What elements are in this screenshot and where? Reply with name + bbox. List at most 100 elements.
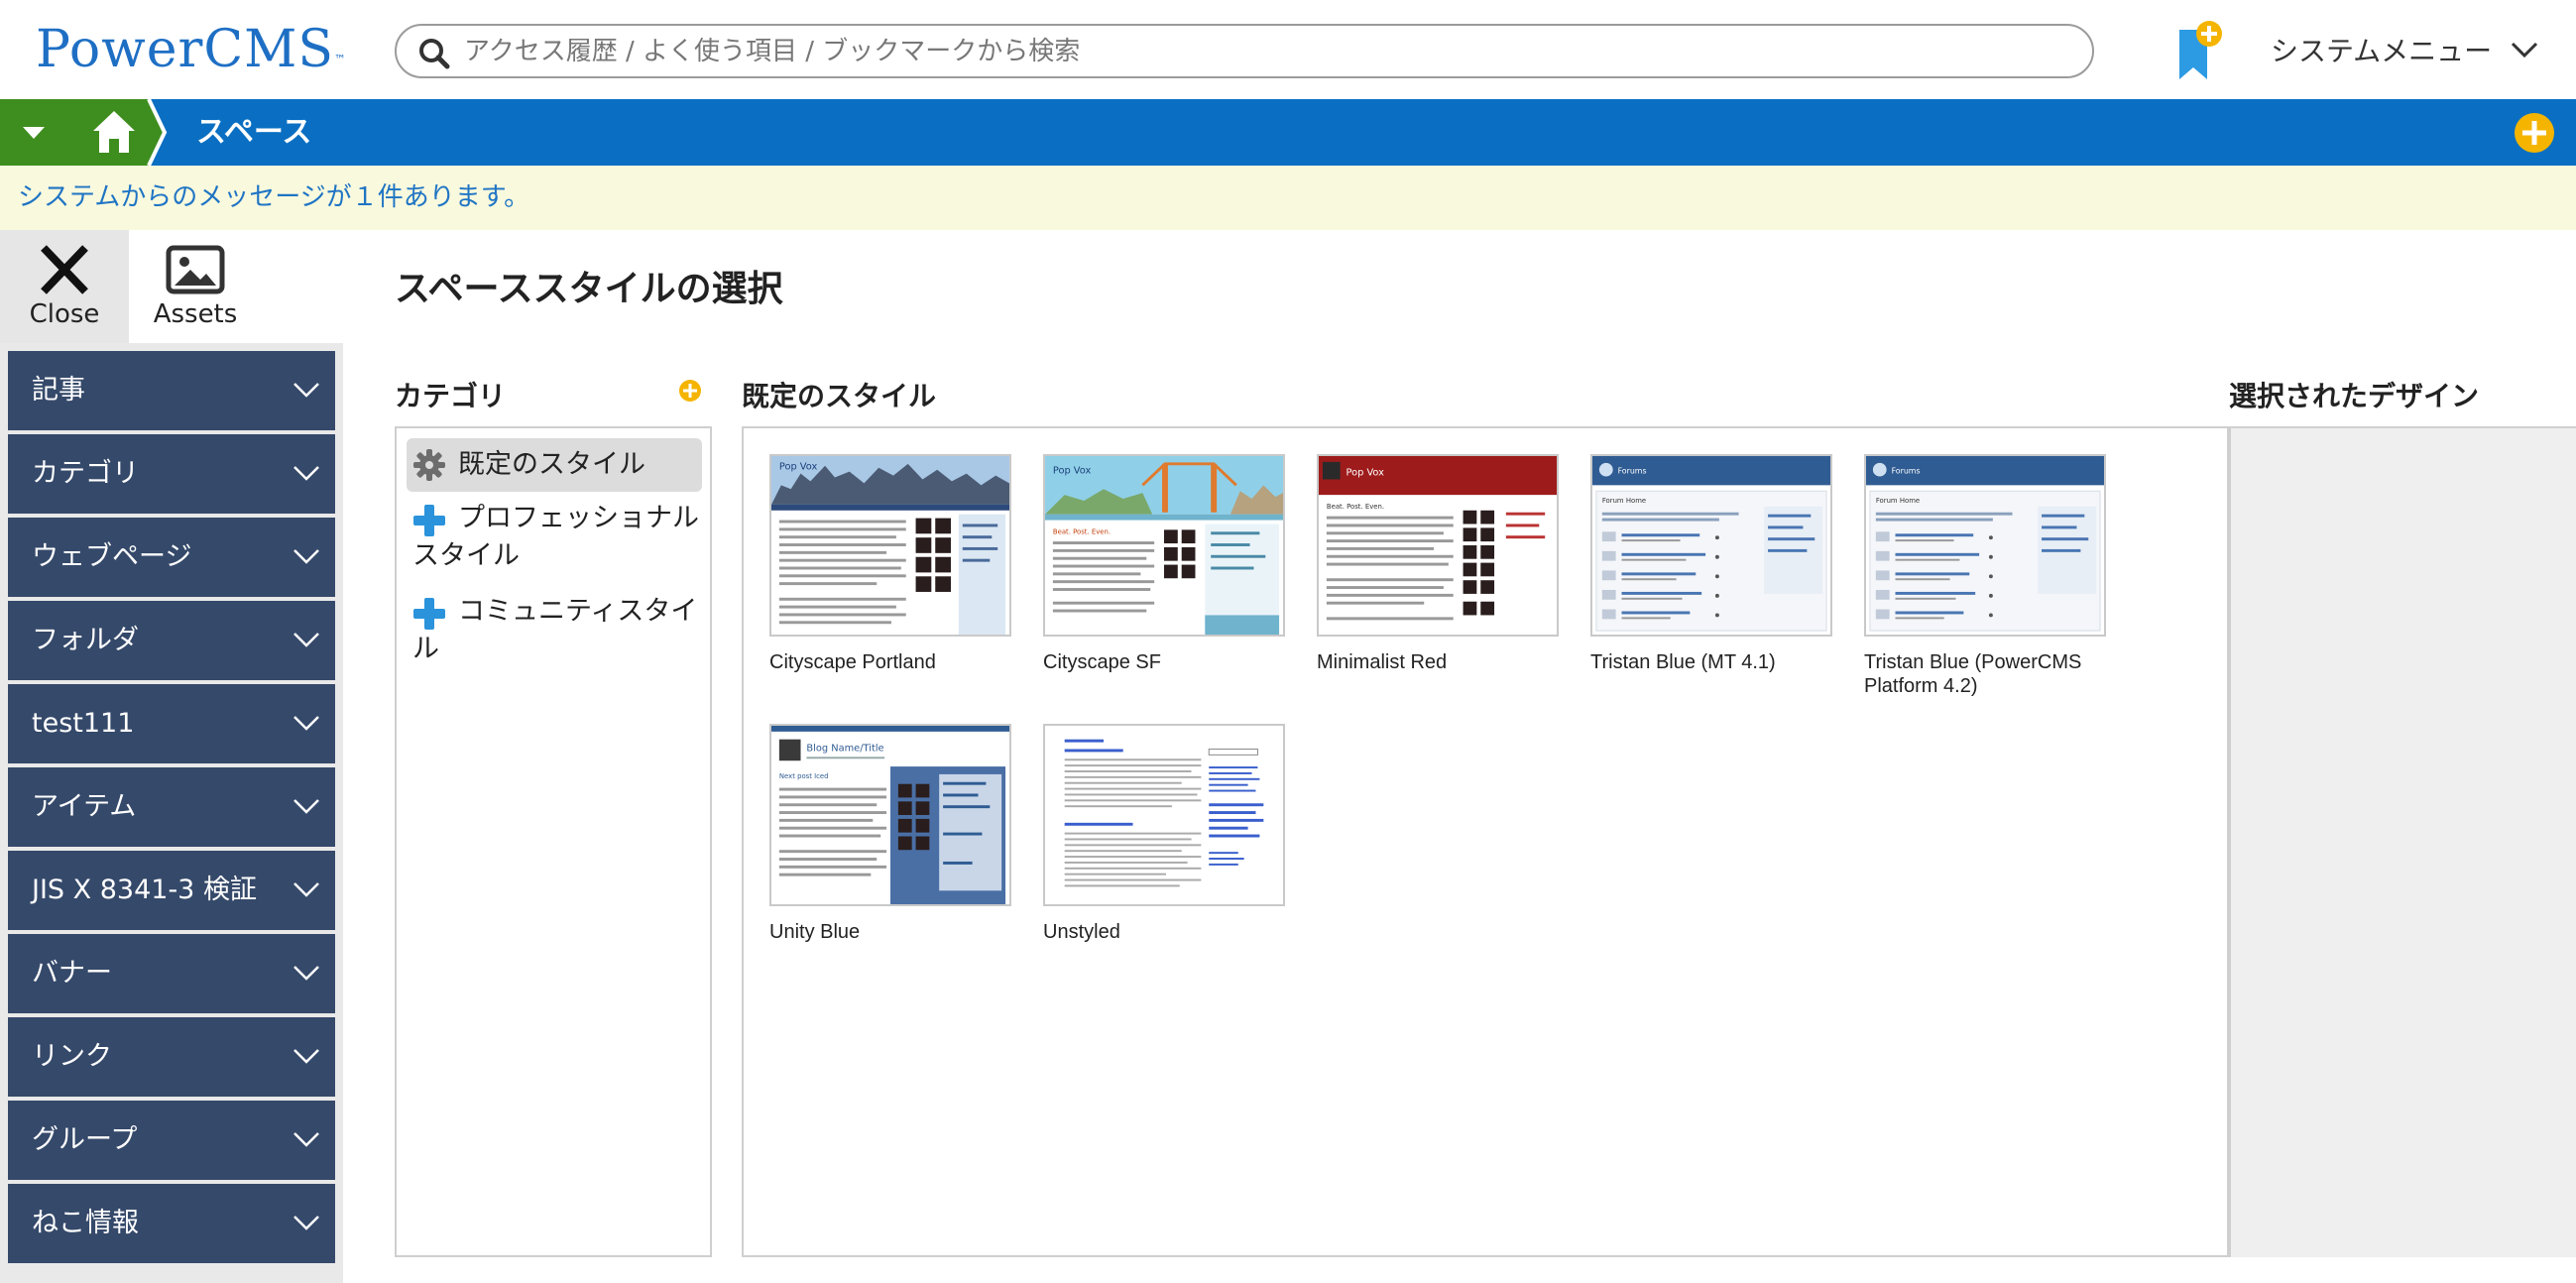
svg-text:Pop Vox: Pop Vox [1347, 468, 1385, 479]
sidebar-item[interactable]: JIS X 8341-3 検証 [8, 851, 335, 930]
bookmark-add-button[interactable] [2171, 20, 2231, 83]
search-input[interactable] [462, 32, 2068, 71]
chevron-down-icon [293, 716, 319, 731]
category-label: プロフェッショナルスタイル [412, 503, 699, 571]
svg-text:Beat. Post. Even.: Beat. Post. Even. [1327, 503, 1384, 511]
header: PowerCMS™ システムメニュー [0, 0, 2576, 99]
sidebar-item-label: フォルダ [32, 625, 139, 655]
chevron-down-icon [293, 1216, 319, 1230]
sidebar-item[interactable]: test111 [8, 684, 335, 763]
svg-text:Pop Vox: Pop Vox [779, 462, 818, 473]
close-label: Close [29, 299, 100, 329]
style-thumbnail: Blog Name/Title Next post Iced [769, 724, 1011, 906]
sidebar-item[interactable]: リンク [8, 1017, 335, 1097]
system-message-link[interactable]: システムからのメッセージが１件あります。 [18, 166, 529, 230]
add-category-icon[interactable] [678, 379, 702, 403]
sidebar-item[interactable]: フォルダ [8, 601, 335, 680]
sidebar-item-label: JIS X 8341-3 検証 [32, 875, 257, 905]
style-card-tristan-blue-powercms42[interactable]: Forums Forum Home Tristan Blue (PowerCMS… [1864, 454, 2106, 698]
tool-bar: Close Assets [0, 230, 343, 343]
gear-icon [413, 449, 445, 481]
svg-text:Beat. Post. Even.: Beat. Post. Even. [1053, 527, 1111, 535]
home-button[interactable] [69, 99, 159, 166]
plus-icon [413, 598, 445, 630]
style-label: Minimalist Red [1317, 651, 1448, 673]
svg-text:Pop Vox: Pop Vox [1053, 466, 1092, 477]
category-list: 既定のスタイル プロフェッショナルスタイル コミュニティスタイル [395, 426, 712, 1257]
chevron-down-icon [293, 633, 319, 647]
create-button[interactable] [2513, 111, 2556, 155]
svg-text:Forums: Forums [1618, 467, 1647, 476]
style-thumbnail: Forums Forum Home [1590, 454, 1832, 637]
caret-down-icon [23, 127, 45, 139]
sidebar-item[interactable]: ウェブページ [8, 518, 335, 597]
style-card-tristan-blue-mt41[interactable]: Forums Forum Home Tristan Blue (MT 4.1) [1590, 454, 1832, 674]
style-card-minimalist-red[interactable]: Pop Vox Beat. Post. Even. Minimalist Red [1317, 454, 1559, 674]
sidebar-item[interactable]: ねこ情報 [8, 1184, 335, 1263]
style-gallery: Pop Vox Cityscape Portland Pop Vox Beat.… [742, 426, 2229, 1257]
style-card-unstyled[interactable]: Unstyled [1043, 724, 1285, 944]
svg-text:Next post Iced: Next post Iced [779, 772, 829, 780]
search-icon [419, 39, 450, 69]
chevron-down-icon [293, 1049, 319, 1064]
style-thumbnail [1043, 724, 1285, 906]
sidebar-item[interactable]: バナー [8, 934, 335, 1013]
chevron-down-icon [293, 1132, 319, 1147]
system-menu-label: システムメニュー [2271, 35, 2493, 67]
sidebar-item-label: アイテム [32, 791, 137, 822]
category-label: コミュニティスタイル [412, 596, 698, 664]
system-menu[interactable]: システムメニュー [2271, 28, 2539, 71]
sidebar-item-label: バナー [32, 958, 112, 989]
sidebar-item-label: グループ [32, 1124, 138, 1155]
sidebar-item[interactable]: アイテム [8, 767, 335, 847]
sidebar-item[interactable]: グループ [8, 1101, 335, 1180]
sidebar-item-label: ねこ情報 [32, 1208, 139, 1238]
global-search[interactable] [395, 24, 2094, 78]
style-thumbnail: Forums Forum Home [1864, 454, 2106, 637]
sidebar-item-label: 記事 [32, 375, 85, 406]
page-title: スペーススタイルの選択 [395, 269, 783, 309]
category-label: 既定のスタイル [458, 449, 645, 480]
scope-menu-button[interactable] [0, 99, 67, 166]
svg-text:Forum Home: Forum Home [1602, 497, 1646, 505]
style-card-cityscape-portland[interactable]: Pop Vox Cityscape Portland [769, 454, 1011, 674]
style-label: Cityscape Portland [769, 651, 936, 673]
style-label: Unity Blue [769, 921, 861, 943]
close-icon [41, 245, 88, 294]
category-item-community[interactable]: コミュニティスタイル [407, 593, 702, 672]
chevron-down-icon [293, 549, 319, 564]
styles-heading: 既定のスタイル [742, 380, 937, 412]
chevron-down-icon [293, 966, 319, 981]
plus-icon [413, 505, 445, 536]
sidebar-item-label: ウェブページ [32, 541, 192, 572]
style-thumbnail: Pop Vox Beat. Post. Even. [1043, 454, 1285, 637]
style-label: Tristan Blue (MT 4.1) [1590, 651, 1776, 673]
image-icon [166, 245, 225, 294]
selected-design-heading: 選択されたデザイン [2229, 380, 2480, 412]
powercms-logo[interactable]: PowerCMS™ [36, 18, 347, 81]
nav-title: スペース [196, 115, 312, 150]
sidebar-item-label: test111 [32, 708, 135, 739]
style-label: Unstyled [1043, 921, 1120, 943]
style-label: Cityscape SF [1043, 651, 1161, 673]
style-card-cityscape-sf[interactable]: Pop Vox Beat. Post. Even. Cityscape SF [1043, 454, 1285, 674]
style-card-unity-blue[interactable]: Blog Name/Title Next post Iced Unity Blu… [769, 724, 1011, 944]
selected-design-panel [2229, 426, 2576, 1257]
categories-heading: カテゴリ [395, 380, 507, 412]
chevron-down-icon [293, 466, 319, 481]
assets-label: Assets [153, 299, 238, 329]
chevron-down-icon [293, 882, 319, 897]
close-button[interactable]: Close [0, 230, 129, 343]
category-item-professional[interactable]: プロフェッショナルスタイル [407, 500, 702, 579]
navigation-bar: スペース [0, 99, 2576, 166]
style-thumbnail: Pop Vox [769, 454, 1011, 637]
plus-circle-icon [2515, 113, 2554, 153]
assets-button[interactable]: Assets [131, 230, 260, 343]
home-icon [93, 111, 135, 153]
svg-text:Forum Home: Forum Home [1876, 497, 1920, 505]
sidebar-item-label: カテゴリ [32, 458, 139, 489]
sidebar-item[interactable]: カテゴリ [8, 434, 335, 514]
category-item-default[interactable]: 既定のスタイル [407, 438, 702, 492]
style-label: Tristan Blue (PowerCMS Platform 4.2) [1864, 651, 2082, 697]
sidebar-item[interactable]: 記事 [8, 351, 335, 430]
